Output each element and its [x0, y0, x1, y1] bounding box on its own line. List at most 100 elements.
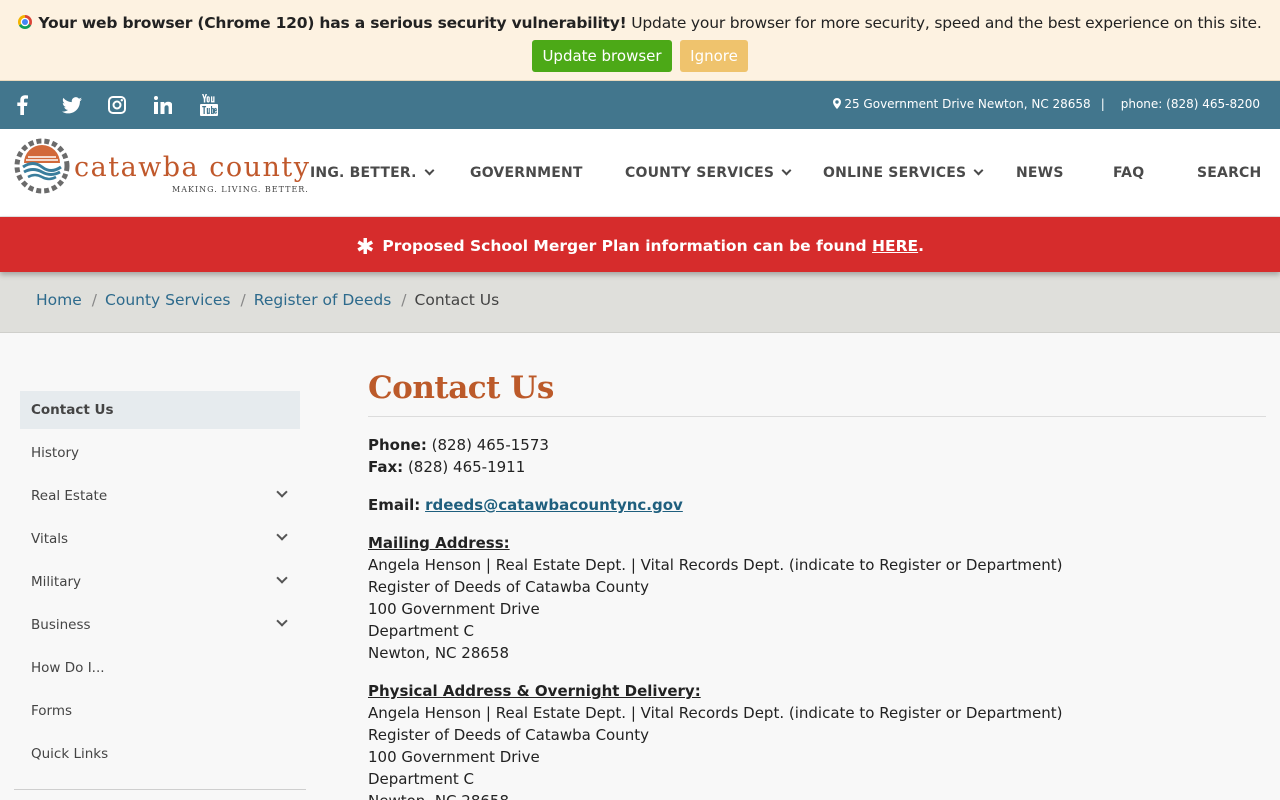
chevron-down-icon[interactable]	[276, 529, 288, 541]
email-link[interactable]: rdeeds@catawbacountync.gov	[425, 496, 683, 514]
sidebar-item-contact-us[interactable]: Contact Us	[20, 391, 300, 429]
instagram-icon[interactable]	[108, 91, 154, 119]
breadcrumb-divider: /	[401, 291, 407, 309]
nav-county-services[interactable]: COUNTY SERVICES	[625, 165, 792, 181]
alert-here-link[interactable]: HERE	[872, 237, 918, 255]
social-links	[16, 91, 246, 119]
twitter-icon[interactable]	[62, 91, 108, 119]
info-separator: |	[1100, 97, 1105, 111]
site-header: catawba county MAKING. LIVING. BETTER. I…	[0, 129, 1280, 217]
sidebar-item-label: How Do I...	[31, 660, 105, 676]
contact-info: 25 Government Drive Newton, NC 28658 | pho…	[833, 97, 1260, 112]
physical-address-block: Physical Address & Overnight Delivery: A…	[368, 680, 1266, 800]
linkedin-icon[interactable]	[154, 91, 200, 119]
logo-wordmark: catawba county	[74, 152, 311, 183]
physical-line: Newton, NC 28658	[368, 792, 509, 800]
sidebar-item-quick-links[interactable]: Quick Links	[20, 735, 300, 778]
sidebar-item-label: Vitals	[31, 531, 69, 547]
sidebar-item-label: Quick Links	[31, 746, 109, 762]
phone-value: (828) 465-1573	[426, 436, 549, 454]
sidebar-item-label: Business	[31, 617, 91, 633]
breadcrumb-county-services[interactable]: County Services	[105, 291, 231, 309]
breadcrumb-register-of-deeds[interactable]: Register of Deeds	[254, 291, 392, 309]
update-text: Update your browser for more security, s…	[626, 14, 1262, 32]
chevron-down-icon	[424, 165, 435, 176]
nav-label: FAQ	[1113, 165, 1145, 181]
breadcrumb-current: Contact Us	[414, 291, 500, 309]
mailing-address-heading: Mailing Address:	[368, 534, 510, 552]
logo-tagline: MAKING. LIVING. BETTER.	[172, 185, 309, 194]
browser-update-banner: Your web browser (Chrome 120) has a seri…	[0, 0, 1280, 81]
sidebar-item-label: Forms	[31, 703, 73, 719]
sidebar-item-history[interactable]: History	[20, 434, 300, 477]
mailing-line: Newton, NC 28658	[368, 644, 509, 662]
update-message: Your web browser (Chrome 120) has a seri…	[0, 14, 1280, 32]
mailing-address-block: Mailing Address: Angela Henson | Real Es…	[368, 532, 1266, 664]
facebook-icon[interactable]	[16, 91, 62, 119]
update-warning: Your web browser (Chrome 120) has a seri…	[38, 14, 627, 32]
physical-line: Angela Henson | Real Estate Dept. | Vita…	[368, 704, 1063, 722]
nav-government[interactable]: GOVERNMENT	[470, 165, 583, 181]
nav-label: ONLINE SERVICES	[823, 165, 967, 181]
sidebar-item-military[interactable]: Military	[20, 563, 300, 606]
chrome-icon	[18, 15, 33, 29]
chevron-down-icon	[781, 165, 792, 176]
sidebar-item-real-estate[interactable]: Real Estate	[20, 477, 300, 520]
mailing-line: Department C	[368, 622, 475, 640]
breadcrumb-divider: /	[240, 291, 246, 309]
sidebar-item-label: Real Estate	[31, 488, 108, 504]
alert-banner: ✱ Proposed School Merger Plan information…	[0, 217, 1280, 272]
main-content: Contact Us Phone: (828) 465-1573 Fax: (8…	[368, 370, 1266, 800]
nav-living-better[interactable]: ING. BETTER.	[310, 165, 435, 181]
physical-address-heading: Physical Address & Overnight Delivery:	[368, 682, 701, 700]
map-pin-icon	[833, 98, 842, 112]
sidebar-item-label: Contact Us	[31, 402, 114, 418]
phone-fax-block: Phone: (828) 465-1573 Fax: (828) 465-191…	[368, 434, 1266, 478]
sidebar-item-vitals[interactable]: Vitals	[20, 520, 300, 563]
chevron-down-icon[interactable]	[276, 572, 288, 584]
nav-label: ING. BETTER.	[310, 165, 417, 181]
catawba-county-logo[interactable]: catawba county MAKING. LIVING. BETTER.	[14, 137, 314, 197]
mailing-line: 100 Government Drive	[368, 600, 540, 618]
update-browser-button[interactable]: Update browser	[532, 40, 672, 72]
mailing-line: Register of Deeds of Catawba County	[368, 578, 650, 596]
address-text: 25 Government Drive Newton, NC 28658	[844, 97, 1091, 111]
sidebar-item-forms[interactable]: Forms	[20, 692, 300, 735]
nav-label: SEARCH	[1197, 165, 1262, 181]
alert-message: ✱ Proposed School Merger Plan information…	[0, 235, 1280, 260]
nav-label: GOVERNMENT	[470, 165, 583, 181]
nav-search[interactable]: SEARCH	[1197, 165, 1261, 181]
top-bar: 25 Government Drive Newton, NC 28658 | pho…	[0, 81, 1280, 129]
alert-suffix: .	[918, 237, 925, 255]
nav-news[interactable]: NEWS	[1016, 165, 1064, 181]
nav-faq[interactable]: FAQ	[1113, 165, 1144, 181]
sidebar-item-business[interactable]: Business	[20, 606, 300, 649]
phone-label: Phone:	[368, 436, 427, 454]
contact-details: Phone: (828) 465-1573 Fax: (828) 465-191…	[368, 434, 1266, 800]
breadcrumb-home[interactable]: Home	[36, 291, 82, 309]
chevron-down-icon	[973, 165, 984, 176]
fax-label: Fax:	[368, 458, 404, 476]
mailing-line: Angela Henson | Real Estate Dept. | Vita…	[368, 556, 1063, 574]
nav-online-services[interactable]: ONLINE SERVICES	[823, 165, 984, 181]
chevron-down-icon[interactable]	[276, 615, 288, 627]
ignore-button[interactable]: Ignore	[680, 40, 748, 72]
physical-line: Department C	[368, 770, 475, 788]
sidebar-item-how-do-i[interactable]: How Do I...	[20, 649, 300, 692]
email-block: Email: rdeeds@catawbacountync.gov	[368, 494, 1266, 516]
physical-line: 100 Government Drive	[368, 748, 540, 766]
nav-label: COUNTY SERVICES	[625, 165, 775, 181]
breadcrumb: Home / County Services / Register of Deeds / C…	[0, 272, 1280, 333]
fax-value: (828) 465-1911	[403, 458, 526, 476]
sidebar-divider	[14, 789, 306, 790]
sidebar-item-label: History	[31, 445, 80, 461]
logo-emblem-icon	[14, 138, 70, 194]
phone-text: phone: (828) 465-8200	[1120, 97, 1260, 111]
youtube-icon[interactable]	[200, 91, 246, 119]
page-title: Contact Us	[368, 370, 1266, 417]
sidebar-nav: Contact Us History Real Estate Vitals Mi…	[20, 391, 300, 778]
breadcrumb-divider: /	[91, 291, 98, 309]
nav-label: NEWS	[1016, 165, 1064, 181]
chevron-down-icon[interactable]	[276, 486, 288, 498]
alert-text: Proposed School Merger Plan information …	[382, 237, 873, 255]
